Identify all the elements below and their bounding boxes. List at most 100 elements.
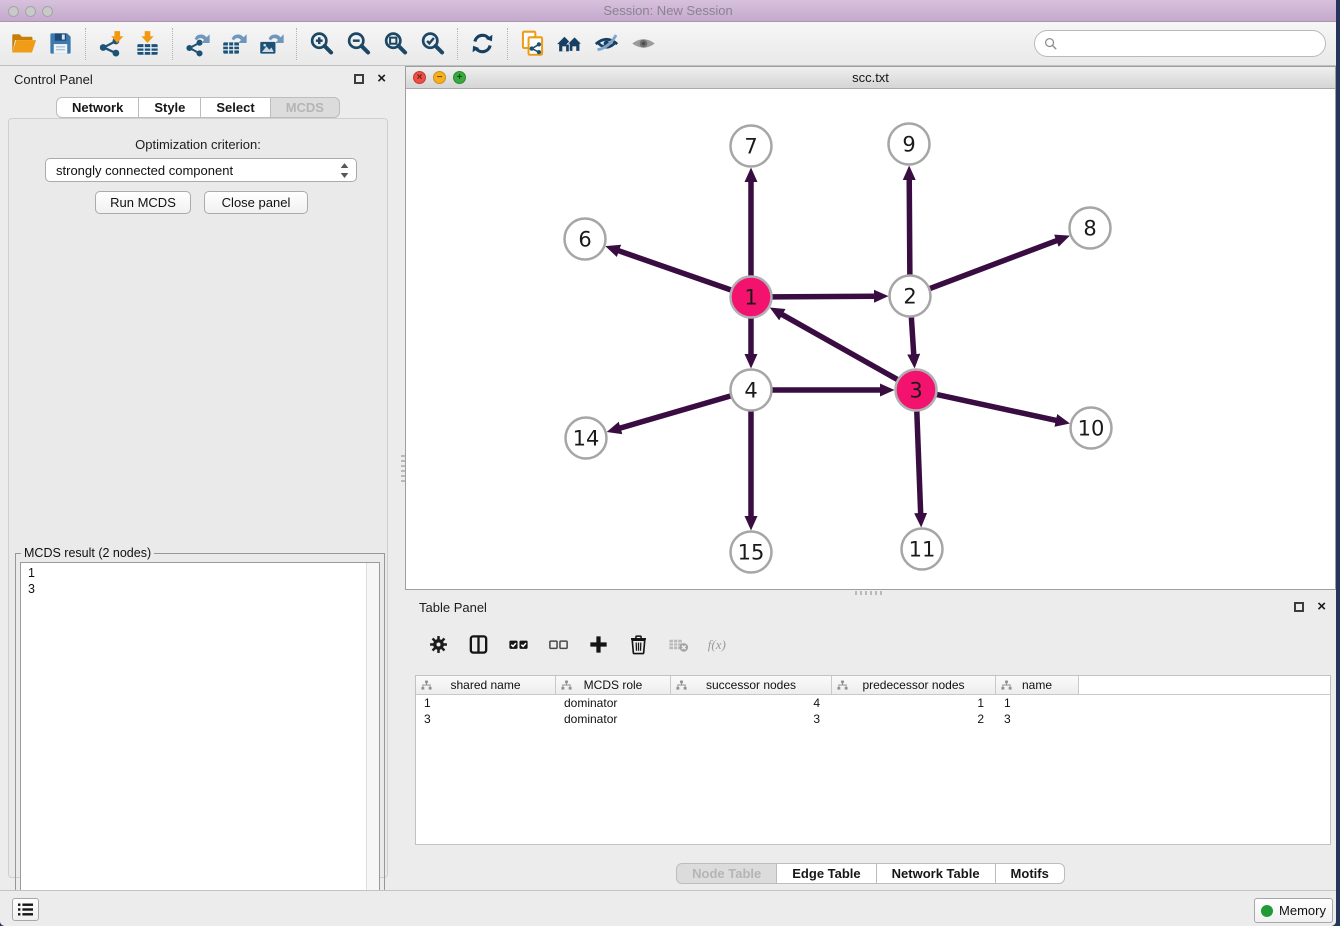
float-panel-icon[interactable]: [354, 74, 364, 84]
close-panel-icon[interactable]: ×: [377, 74, 386, 84]
search-box[interactable]: [1034, 30, 1326, 57]
network-window-title: scc.txt: [406, 70, 1335, 85]
table-row-1[interactable]: 1dominator411: [416, 695, 1330, 711]
first-neighbors-button[interactable]: [551, 26, 588, 62]
export-network-button[interactable]: [179, 26, 216, 62]
delete-table-button[interactable]: [663, 629, 693, 659]
column-header-successor-nodes[interactable]: successor nodes: [671, 676, 832, 694]
session-title: Session: New Session: [0, 3, 1336, 18]
cell-successor-nodes[interactable]: 3: [671, 711, 832, 727]
zoom-selected-button[interactable]: [414, 26, 451, 62]
open-file-button[interactable]: [5, 26, 42, 62]
create-column-button[interactable]: [583, 629, 613, 659]
delete-columns-button[interactable]: [623, 629, 653, 659]
cell-MCDS-role[interactable]: dominator: [556, 695, 671, 711]
node-label-6: 6: [578, 228, 591, 252]
cell-name[interactable]: 1: [996, 695, 1079, 711]
toolbar-separator: [457, 28, 458, 60]
refresh-icon: [469, 30, 496, 57]
export-table-button[interactable]: [216, 26, 253, 62]
network-canvas[interactable]: 1234678910111415: [406, 89, 1335, 589]
clear-column-selection-icon: [547, 633, 570, 656]
criterion-select[interactable]: strongly connected component: [45, 158, 357, 182]
export-image-button[interactable]: [253, 26, 290, 62]
tab-mcds[interactable]: MCDS: [271, 97, 340, 118]
settings-gear-button[interactable]: [423, 629, 453, 659]
toolbar-separator: [296, 28, 297, 60]
network-graph: 1234678910111415: [406, 89, 1335, 589]
tab-network-table[interactable]: Network Table: [877, 863, 996, 884]
float-table-panel-icon[interactable]: [1294, 602, 1304, 612]
cell-MCDS-role[interactable]: dominator: [556, 711, 671, 727]
column-header-name[interactable]: name: [996, 676, 1079, 694]
search-input[interactable]: [1058, 34, 1325, 54]
edge-2-8[interactable]: [930, 241, 1057, 289]
sort-icon: [561, 680, 572, 691]
show-columns-icon: [467, 633, 490, 656]
import-table-icon: [134, 30, 161, 57]
zoom-fit-button[interactable]: [377, 26, 414, 62]
close-panel-button[interactable]: Close panel: [204, 191, 308, 214]
task-history-button[interactable]: [12, 898, 39, 921]
main-toolbar: [0, 22, 1336, 66]
table-row-2[interactable]: 3dominator323: [416, 711, 1330, 727]
edge-1-2[interactable]: [772, 296, 874, 297]
import-table-button[interactable]: [129, 26, 166, 62]
tab-motifs[interactable]: Motifs: [996, 863, 1065, 884]
function-builder-button[interactable]: f(x): [703, 629, 733, 659]
run-mcds-button[interactable]: Run MCDS: [95, 191, 191, 214]
save-button[interactable]: [42, 26, 79, 62]
memory-button[interactable]: Memory: [1254, 898, 1333, 923]
cell-successor-nodes[interactable]: 4: [671, 695, 832, 711]
cell-name[interactable]: 3: [996, 711, 1079, 727]
import-network-button[interactable]: [92, 26, 129, 62]
import-network-icon: [97, 30, 124, 57]
zoom-out-button[interactable]: [340, 26, 377, 62]
edge-4-14[interactable]: [620, 396, 730, 428]
function-builder-icon: f(x): [707, 633, 730, 656]
column-header-shared-name[interactable]: shared name: [416, 676, 556, 694]
mcds-result-area[interactable]: 1 3: [20, 562, 380, 914]
result-scrollbar[interactable]: [366, 563, 379, 913]
edge-3-1[interactable]: [782, 314, 897, 379]
mcds-result-text: 1 3: [21, 563, 379, 597]
node-label-11: 11: [909, 538, 936, 562]
control-panel: Control Panel × NetworkStyleSelectMCDS O…: [0, 66, 396, 890]
cell-shared-name[interactable]: 1: [416, 695, 556, 711]
column-header-MCDS-role[interactable]: MCDS role: [556, 676, 671, 694]
zoom-in-button[interactable]: [303, 26, 340, 62]
cell-shared-name[interactable]: 3: [416, 711, 556, 727]
network-window-titlebar[interactable]: × − + scc.txt: [406, 67, 1335, 89]
cell-predecessor-nodes[interactable]: 2: [832, 711, 996, 727]
vertical-splitter-grip[interactable]: [401, 455, 405, 485]
column-header-predecessor-nodes[interactable]: predecessor nodes: [832, 676, 996, 694]
sort-icon: [1001, 680, 1012, 691]
node-label-2: 2: [903, 285, 916, 309]
refresh-button[interactable]: [464, 26, 501, 62]
node-label-8: 8: [1083, 217, 1096, 241]
tab-style[interactable]: Style: [139, 97, 201, 118]
horizontal-splitter-grip[interactable]: [855, 591, 885, 595]
show-columns-button[interactable]: [463, 629, 493, 659]
cell-predecessor-nodes[interactable]: 1: [832, 695, 996, 711]
zoom-in-icon: [308, 30, 335, 57]
mcds-tab-content: Optimization criterion: strongly connect…: [8, 118, 388, 878]
zoom-fit-icon: [382, 30, 409, 57]
edge-2-9[interactable]: [909, 179, 910, 274]
select-all-columns-button[interactable]: [503, 629, 533, 659]
edge-3-11[interactable]: [917, 411, 921, 513]
tab-node-table[interactable]: Node Table: [676, 863, 777, 884]
tab-network[interactable]: Network: [56, 97, 139, 118]
edge-3-10[interactable]: [937, 395, 1056, 421]
column-header-label: successor nodes: [706, 678, 796, 692]
close-table-panel-icon[interactable]: ×: [1317, 602, 1326, 612]
edge-1-6[interactable]: [619, 251, 731, 290]
network-from-selection-button[interactable]: [514, 26, 551, 62]
node-label-14: 14: [573, 427, 600, 451]
clear-column-selection-button[interactable]: [543, 629, 573, 659]
hide-selected-button[interactable]: [588, 26, 625, 62]
tab-select[interactable]: Select: [201, 97, 270, 118]
tab-edge-table[interactable]: Edge Table: [777, 863, 876, 884]
show-all-button[interactable]: [625, 26, 662, 62]
edge-2-3[interactable]: [911, 317, 913, 354]
